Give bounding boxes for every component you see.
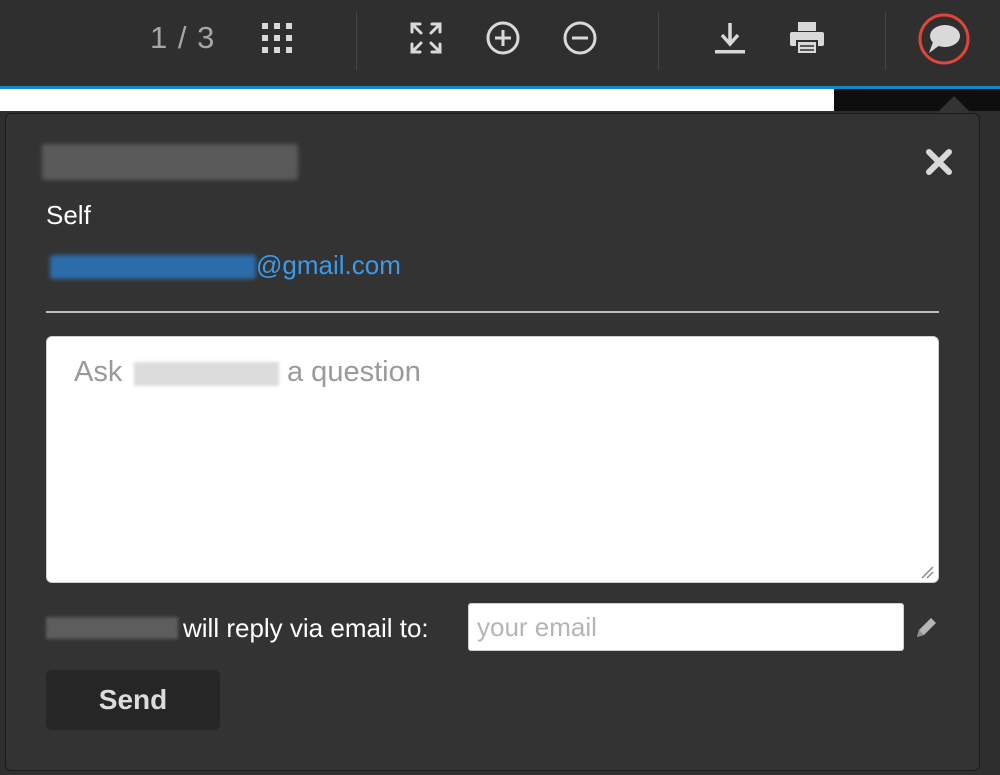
question-placeholder-suffix: a question xyxy=(287,356,421,388)
toolbar-divider xyxy=(885,12,886,70)
close-icon xyxy=(922,149,956,183)
download-button[interactable] xyxy=(708,16,752,60)
comment-button[interactable] xyxy=(917,12,971,66)
author-email-link[interactable]: @gmail.com xyxy=(256,250,401,281)
fullscreen-icon xyxy=(408,20,444,56)
grid-icon xyxy=(257,18,297,58)
download-icon xyxy=(711,19,749,57)
grid-view-button[interactable] xyxy=(255,16,299,60)
section-divider xyxy=(46,311,939,313)
zoom-in-icon xyxy=(484,19,522,57)
fullscreen-button[interactable] xyxy=(404,16,448,60)
resize-handle-icon[interactable] xyxy=(918,563,934,579)
reply-label: will reply via email to: xyxy=(183,613,429,643)
zoom-in-button[interactable] xyxy=(481,16,525,60)
viewer-toolbar: 1 / 3 xyxy=(0,0,1000,86)
print-button[interactable] xyxy=(785,16,829,60)
comment-icon xyxy=(917,12,971,66)
document-background xyxy=(834,89,1000,111)
print-icon xyxy=(787,18,827,58)
document-page-edge xyxy=(0,89,834,111)
page-counter: 1 / 3 xyxy=(150,20,216,55)
question-placeholder-prefix: Ask xyxy=(74,356,123,388)
edit-email-button[interactable] xyxy=(912,614,940,642)
toolbar-divider xyxy=(658,12,659,70)
placeholder-name-redacted xyxy=(134,362,279,386)
pencil-icon xyxy=(912,618,940,646)
zoom-out-icon xyxy=(561,19,599,57)
toolbar-divider xyxy=(356,12,357,70)
popover-arrow xyxy=(936,96,972,114)
send-button[interactable]: Send xyxy=(46,670,220,730)
author-name-redacted xyxy=(42,144,298,180)
email-redacted xyxy=(50,255,256,279)
zoom-out-button[interactable] xyxy=(558,16,602,60)
reply-email-input[interactable] xyxy=(468,603,904,651)
author-relation: Self xyxy=(46,200,91,230)
close-button[interactable] xyxy=(922,145,956,179)
reply-name-redacted xyxy=(46,617,178,639)
